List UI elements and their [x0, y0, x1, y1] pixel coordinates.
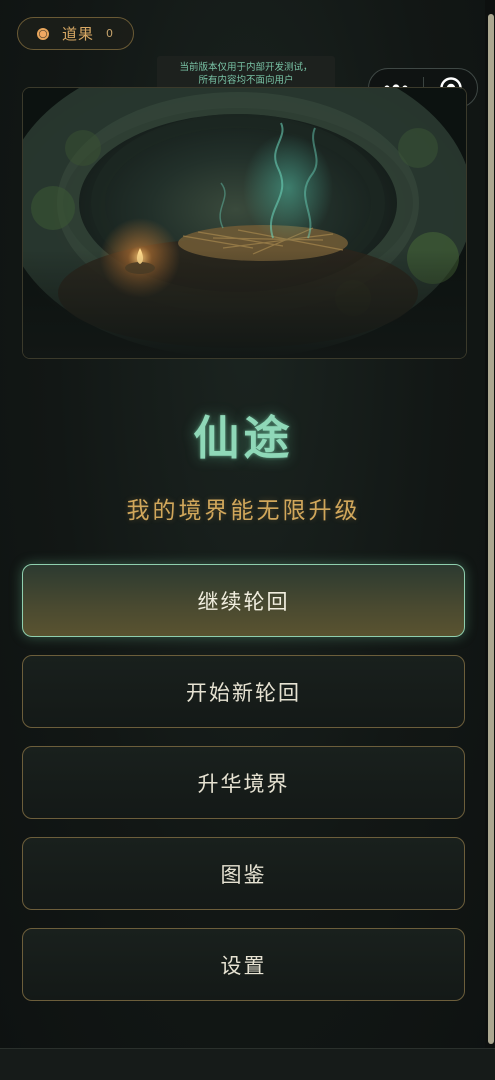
dev-notice-line2: 所有内容均不面向用户	[198, 75, 294, 86]
continue-reincarnation-button[interactable]: 继续轮回	[22, 564, 465, 637]
cave-interior-image	[22, 87, 467, 359]
orb-icon	[37, 27, 49, 40]
currency-count: 0	[106, 27, 114, 40]
scrollbar-track[interactable]	[485, 0, 495, 1080]
scrollbar-thumb[interactable]	[488, 14, 494, 1044]
new-reincarnation-button[interactable]: 开始新轮回	[22, 655, 465, 728]
game-title: 仙途	[193, 411, 294, 465]
ascend-realm-button[interactable]: 升华境界	[22, 746, 465, 819]
bottom-bar	[0, 1048, 495, 1080]
dev-notice-line1: 当前版本仅用于内部开发测试，	[179, 62, 313, 73]
currency-name: 道果	[62, 25, 95, 43]
currency-pill[interactable]: 道果 0	[17, 17, 134, 50]
settings-button[interactable]: 设置	[22, 928, 465, 1001]
game-subtitle: 我的境界能无限升级	[126, 498, 361, 524]
codex-button[interactable]: 图鉴	[22, 837, 465, 910]
main-screen: 道果 0 当前版本仅用于内部开发测试， 所有内容均不面向用户 仙途 我的境界能无…	[0, 0, 495, 1080]
cave-scene-graphic	[23, 88, 466, 358]
